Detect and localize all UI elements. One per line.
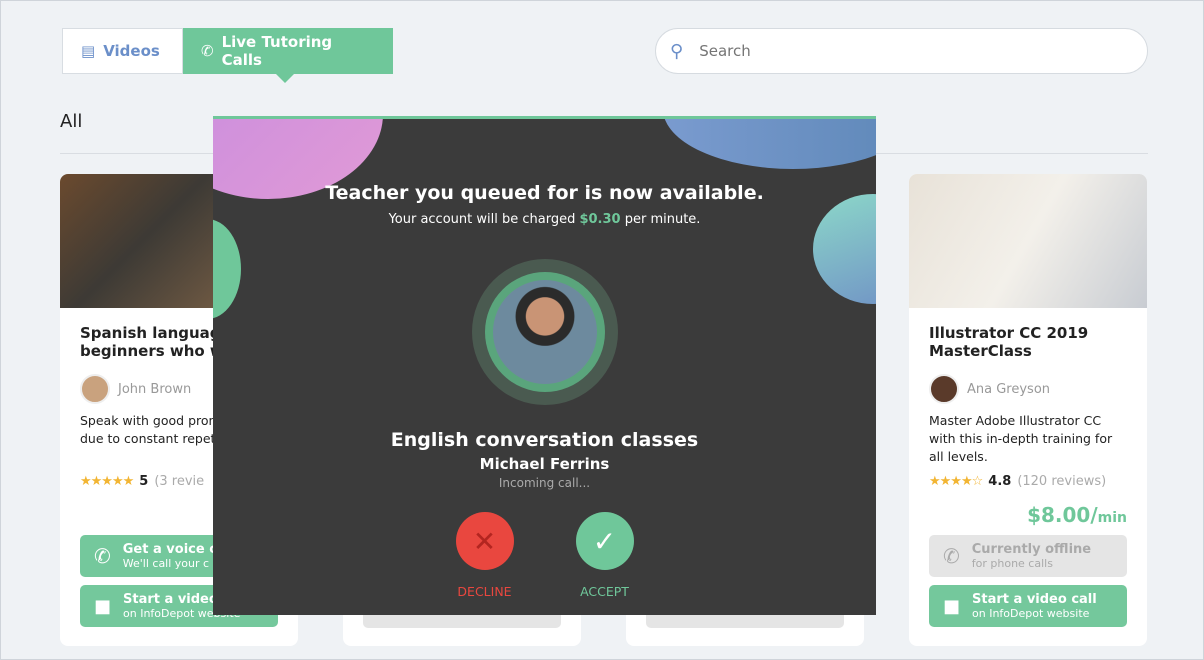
film-icon: ▤ [81,42,96,60]
close-icon: ✕ [455,512,514,570]
decor-blob [213,219,241,319]
video-camera-icon: ■ [943,595,961,617]
review-count: (3 revie [154,474,205,489]
teacher-name: Michael Ferrins [479,455,610,473]
rating-value: 5 [139,474,149,489]
call-status: Incoming call... [498,476,591,490]
offline-status-button: ✆ Currently offline for phone calls [929,535,1127,577]
tab-videos[interactable]: ▤ Videos [62,28,183,74]
decor-blob [663,119,876,169]
phone-off-icon: ✆ [943,544,960,568]
phone-icon: ✆ [201,42,214,60]
search-icon: ⚲ [670,40,684,62]
course-card[interactable]: Illustrator CC 2019 MasterClass Ana Grey… [909,174,1147,646]
checkmark-icon: ✓ [575,512,634,570]
star-rating: ★★★★★ [80,474,134,489]
teacher-avatar [492,280,597,384]
tabs: ▤ Videos ✆ Live Tutoring Calls [62,28,393,83]
avatar [929,374,959,404]
tab-live-tutoring-calls[interactable]: ✆ Live Tutoring Calls [183,28,393,83]
course-description: Master Adobe Illustrator CC with this in… [929,413,1113,464]
rating-value: 4.8 [988,474,1012,489]
author-name: Ana Greyson [967,381,1051,397]
review-count: (120 reviews) [1017,474,1107,489]
search-box: ⚲ [655,28,1148,74]
author-name: John Brown [118,381,192,397]
video-camera-icon: ■ [94,595,112,617]
charge-info: Your account will be charged $0.30 per m… [388,212,701,227]
star-rating: ★★★★☆ [929,474,983,489]
video-call-button[interactable]: ■ Start a video call on InfoDepot website [929,585,1127,627]
decline-button[interactable]: ✕ DECLINE [455,512,514,599]
section-title: All [60,111,83,132]
incoming-call-modal: Teacher you queued for is now available.… [213,116,876,615]
search-input[interactable] [699,42,1080,60]
modal-heading: Teacher you queued for is now available. [325,182,764,204]
accept-button[interactable]: ✓ ACCEPT [575,512,634,599]
course-title: Illustrator CC 2019 MasterClass [929,324,1089,360]
avatar [80,374,110,404]
price: $8.00/min [1027,503,1127,527]
course-name: English conversation classes [390,429,699,451]
teacher-avatar-ring [471,259,618,405]
decor-blob [813,194,876,304]
phone-icon: ✆ [94,544,111,568]
course-image [909,174,1147,308]
